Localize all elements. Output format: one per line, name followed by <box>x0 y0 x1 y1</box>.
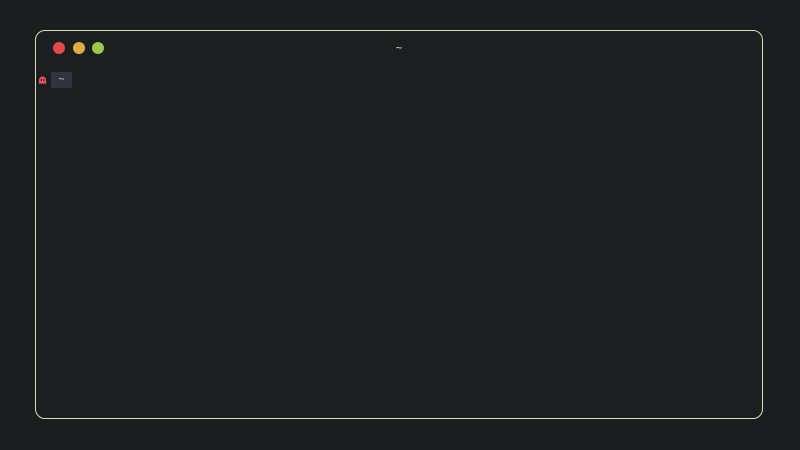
ghost-icon <box>38 75 47 84</box>
window-title: ~ <box>395 41 403 54</box>
terminal-output[interactable] <box>36 67 762 418</box>
cwd-segment: ~ <box>51 72 72 88</box>
title-bar[interactable]: ~ <box>36 31 762 67</box>
terminal-window: ~ ~ <box>35 30 763 419</box>
shell-prompt: ~ <box>38 72 72 88</box>
